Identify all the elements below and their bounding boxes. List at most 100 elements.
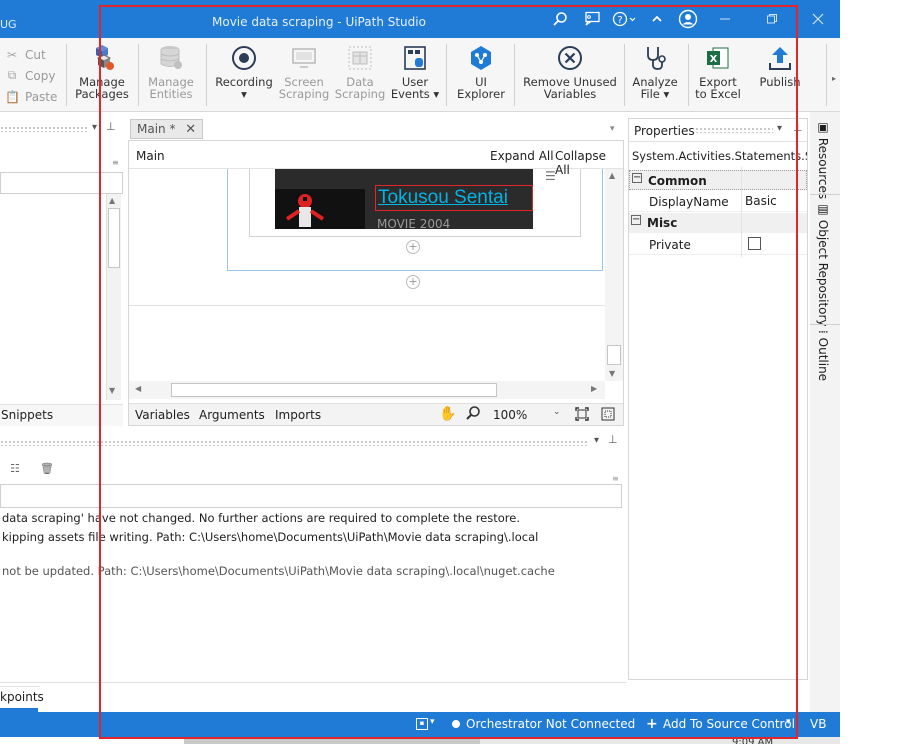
add-to-source-control[interactable]: Add To Source Control bbox=[663, 717, 795, 731]
robot-status-icon[interactable]: ▪ bbox=[416, 718, 428, 730]
category-common[interactable]: − Common bbox=[629, 170, 807, 190]
ribbon-separator bbox=[206, 44, 207, 106]
zoom-search-icon[interactable] bbox=[465, 405, 481, 424]
designer-hscroll[interactable]: ◀ ▶ bbox=[129, 381, 605, 399]
property-value-displayname[interactable]: Basic bbox=[745, 194, 777, 208]
record-icon bbox=[228, 42, 260, 74]
arguments-tab[interactable]: Arguments bbox=[199, 408, 265, 422]
restore-icon[interactable] bbox=[760, 8, 784, 30]
manage-packages-button[interactable]: Manage Packages bbox=[75, 42, 129, 100]
account-icon[interactable] bbox=[676, 8, 700, 30]
activity-type-label: System.Activities.Statements.S... bbox=[629, 141, 807, 167]
output-search-input[interactable] bbox=[0, 484, 622, 508]
fit-screen-icon[interactable] bbox=[575, 407, 589, 424]
taskbar-fragment bbox=[480, 737, 840, 744]
ribbon-separator bbox=[446, 44, 447, 106]
ribbon-separator bbox=[688, 44, 689, 106]
help-icon[interactable]: ? bbox=[610, 8, 640, 30]
tab-dropdown-icon[interactable]: ▾ bbox=[610, 124, 615, 134]
panel-grip bbox=[695, 127, 773, 133]
panel-menu-icon[interactable]: ▾ bbox=[594, 435, 599, 446]
category-misc[interactable]: − Misc bbox=[629, 213, 807, 233]
pin-icon[interactable]: ⊥ bbox=[608, 433, 618, 446]
minimize-icon[interactable] bbox=[713, 8, 737, 30]
movie-subtitle: MOVIE 2004 bbox=[377, 217, 451, 229]
outline-icon: ⁞ bbox=[816, 330, 830, 334]
panel-menu-icon[interactable]: ▾ bbox=[777, 123, 782, 134]
designer-header: Main Expand All Collapse All bbox=[129, 141, 623, 177]
breadcrumb[interactable]: Main bbox=[136, 149, 165, 163]
breakpoints-tab[interactable]: kpoints bbox=[0, 686, 44, 710]
pin-icon[interactable]: ⊥ bbox=[793, 121, 803, 134]
manage-entities-button[interactable]: Manage Entities bbox=[146, 42, 196, 100]
recording-label: Recording ▾ bbox=[215, 75, 273, 101]
ui-explorer-icon bbox=[465, 42, 497, 74]
variables-tab[interactable]: Variables bbox=[135, 408, 190, 422]
property-label-private: Private bbox=[649, 238, 691, 252]
properties-panel: Properties ▾ ⊥ System.Activities.Stateme… bbox=[628, 118, 808, 680]
imports-tab[interactable]: Imports bbox=[275, 408, 321, 422]
property-row-displayname: DisplayName Basic bbox=[629, 191, 807, 212]
data-scraping-button[interactable]: Data Scraping bbox=[335, 42, 385, 100]
overview-icon[interactable] bbox=[601, 407, 615, 424]
designer-footer: Variables Arguments Imports ✋ 100% ⌄ bbox=[129, 403, 623, 425]
orchestrator-status[interactable]: Orchestrator Not Connected bbox=[466, 717, 635, 731]
right-dock: ▣ Resources ▤ Object Repository ⁞ Outlin… bbox=[810, 112, 840, 712]
feedback-icon[interactable] bbox=[580, 8, 604, 30]
status-dropdown-icon[interactable]: ▾ bbox=[430, 717, 435, 727]
add-activity-icon[interactable]: + bbox=[406, 275, 420, 289]
paste-icon: 📋 bbox=[5, 89, 20, 104]
resources-label: Resources bbox=[816, 137, 830, 200]
clear-trash-icon[interactable]: 🗑 bbox=[40, 462, 54, 475]
publish-button[interactable]: Publish bbox=[756, 42, 804, 88]
ui-explorer-button[interactable]: UI Explorer bbox=[456, 42, 506, 100]
scroll-top-icon[interactable]: ≡ bbox=[612, 474, 619, 483]
output-line: kipping assets file writing. Path: C:\Us… bbox=[2, 530, 539, 544]
chevron-up-icon[interactable] bbox=[645, 8, 669, 30]
filter-list-icon[interactable]: ☷ bbox=[10, 462, 20, 475]
pin-icon[interactable]: ⊥ bbox=[106, 120, 116, 133]
close-tab-icon[interactable]: ✕ bbox=[185, 122, 196, 137]
panel-grip bbox=[0, 126, 88, 132]
tab-main[interactable]: Main * ✕ bbox=[130, 119, 204, 139]
search-icon[interactable] bbox=[548, 8, 572, 30]
left-scrollbar[interactable]: ▲ ▼ bbox=[106, 194, 121, 400]
object-repository-tab[interactable]: ▤ Object Repository bbox=[816, 202, 830, 327]
property-row-private: Private bbox=[629, 234, 807, 255]
add-activity-icon[interactable]: + bbox=[406, 240, 420, 254]
excel-icon: X bbox=[702, 42, 734, 74]
panel-menu-icon[interactable]: ▾ bbox=[92, 122, 97, 133]
collapse-icon[interactable]: − bbox=[631, 215, 641, 225]
outline-tab[interactable]: ⁞ Outline bbox=[816, 330, 830, 381]
resources-tab[interactable]: ▣ Resources bbox=[816, 120, 830, 199]
designer-vscroll[interactable]: ▲ ▼ bbox=[605, 169, 623, 381]
copy-button[interactable]: ⧉ Copy bbox=[0, 65, 60, 86]
screen-scraping-button[interactable]: Screen Scraping bbox=[279, 42, 329, 100]
private-checkbox[interactable] bbox=[748, 237, 761, 250]
hand-pan-icon[interactable]: ✋ bbox=[439, 406, 456, 422]
close-icon[interactable] bbox=[806, 8, 830, 30]
zoom-level[interactable]: 100% bbox=[493, 408, 527, 422]
analyze-file-button[interactable]: Analyze File ▾ bbox=[630, 42, 680, 100]
user-events-button[interactable]: User Events ▾ bbox=[390, 42, 440, 100]
clipboard-group: ✂ Cut ⧉ Copy 📋 Paste bbox=[0, 44, 60, 107]
database-icon bbox=[155, 42, 187, 74]
snippets-search-input[interactable] bbox=[0, 172, 123, 194]
scroll-top-icon[interactable]: ≡ bbox=[112, 158, 119, 167]
taskbar-fragment bbox=[184, 737, 480, 744]
source-control-dropdown-icon[interactable]: ▾ bbox=[786, 717, 791, 727]
cut-button[interactable]: ✂ Cut bbox=[0, 44, 60, 65]
ribbon-overflow-icon[interactable]: ▸ bbox=[832, 74, 836, 83]
expand-all-link[interactable]: Expand All bbox=[490, 149, 554, 163]
connection-dot-icon bbox=[452, 720, 460, 728]
activity-menu-icon[interactable]: ☰ bbox=[545, 169, 556, 183]
zoom-dropdown-icon[interactable]: ⌄ bbox=[553, 407, 561, 417]
remove-unused-variables-button[interactable]: Remove Unused Variables bbox=[523, 42, 617, 100]
export-to-excel-button[interactable]: X Export to Excel bbox=[694, 42, 742, 100]
paste-button[interactable]: 📋 Paste bbox=[0, 86, 60, 107]
collapse-icon[interactable]: − bbox=[632, 173, 642, 183]
language-indicator: VB bbox=[810, 717, 827, 731]
snippets-tab[interactable]: Snippets bbox=[0, 404, 123, 426]
recording-button[interactable]: Recording ▾ bbox=[214, 42, 274, 100]
user-events-icon bbox=[399, 42, 431, 74]
